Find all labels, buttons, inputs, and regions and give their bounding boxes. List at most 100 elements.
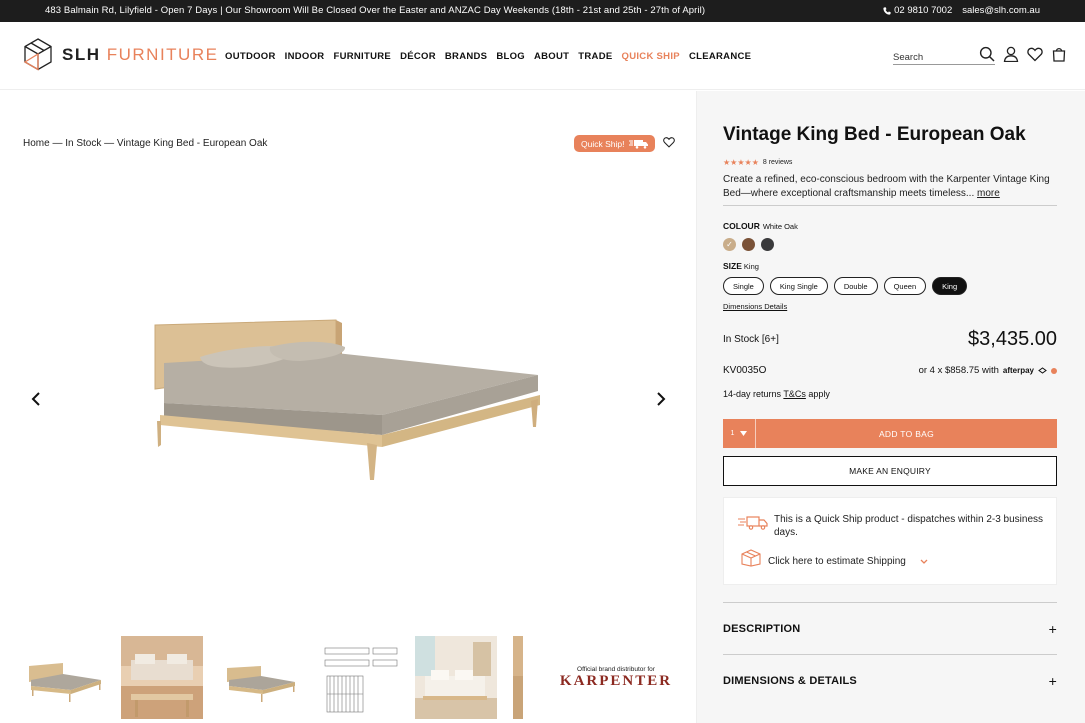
thumbnail-bed-angle[interactable] — [23, 636, 105, 719]
size-double[interactable]: Double — [833, 277, 878, 295]
swatch-charcoal[interactable] — [761, 238, 774, 251]
afterpay-text: or 4 x $858.75 with — [918, 365, 999, 376]
bag-icon[interactable] — [1051, 46, 1067, 62]
colour-value: White Oak — [762, 222, 798, 231]
dimensions-details-link[interactable]: Dimensions Details — [723, 302, 787, 311]
nav-quick-ship[interactable]: QUICK SHIP — [622, 51, 680, 62]
accordion-dimensions-label: DIMENSIONS & DETAILS — [723, 674, 857, 687]
make-enquiry-button[interactable]: MAKE AN ENQUIRY — [723, 456, 1057, 486]
estimate-shipping-toggle[interactable]: Click here to estimate Shipping — [768, 556, 928, 567]
size-king[interactable]: King — [932, 277, 968, 295]
review-count: 8 reviews — [762, 159, 793, 166]
announcement-bar: 483 Balmain Rd, Lilyfield - Open 7 Days … — [0, 0, 1085, 22]
product-description: Create a refined, eco-conscious bedroom … — [723, 173, 1057, 206]
info-icon[interactable] — [1051, 367, 1057, 374]
accordion-description-label: DESCRIPTION — [723, 622, 801, 635]
product-title: Vintage King Bed - European Oak — [723, 124, 1026, 145]
main-product-image[interactable] — [150, 317, 545, 482]
accordion-description[interactable]: DESCRIPTION + — [723, 602, 1057, 654]
quantity-select[interactable]: 1 — [723, 419, 756, 448]
estimate-shipping-label: Click here to estimate Shipping — [768, 556, 906, 567]
nav-clearance[interactable]: CLEARANCE — [689, 51, 751, 62]
accordion-dimensions[interactable]: DIMENSIONS & DETAILS + — [723, 654, 1057, 706]
colour-heading: COLOUR — [723, 221, 760, 231]
size-options: Single King Single Double Queen King — [723, 277, 968, 295]
size-heading: SIZE — [723, 261, 742, 271]
quick-ship-message: This is a Quick Ship product - dispatche… — [774, 514, 1044, 538]
thumbnail-lifestyle[interactable] — [415, 636, 497, 719]
top-contact: 02 9810 7002 sales@slh.com.au — [883, 5, 1040, 16]
rating[interactable]: ★★★★★ 8 reviews — [723, 158, 792, 167]
afterpay-info: or 4 x $858.75 with afterpay — [919, 365, 1057, 376]
search-input[interactable] — [893, 52, 973, 63]
phone-number: 02 9810 7002 — [894, 5, 953, 16]
shipping-info-box: This is a Quick Ship product - dispatche… — [723, 497, 1057, 585]
product-price: $3,435.00 — [968, 328, 1057, 350]
size-value: King — [743, 262, 759, 271]
size-king-single[interactable]: King Single — [769, 277, 828, 295]
quick-ship-badge: Quick Ship! — [574, 135, 655, 152]
plus-icon: + — [1048, 620, 1057, 637]
star-rating-icon: ★★★★★ — [723, 158, 759, 167]
previous-image-arrow-icon[interactable] — [30, 391, 42, 407]
phone-link[interactable]: 02 9810 7002 — [883, 5, 952, 16]
search-icon[interactable] — [979, 46, 995, 62]
returns-text: 14-day returns — [723, 389, 782, 399]
karpenter-logo: KARPENTER — [559, 673, 673, 689]
thumbnail-partial[interactable] — [513, 636, 523, 719]
nav-outdoor[interactable]: OUTDOOR — [225, 51, 276, 62]
nav-decor[interactable]: DÉCOR — [400, 51, 436, 62]
account-icon[interactable] — [1003, 46, 1019, 62]
header-icons — [979, 46, 1067, 62]
email-link[interactable]: sales@slh.com.au — [962, 5, 1040, 16]
logo-text: SLH FURNITURE — [62, 45, 218, 65]
colour-swatches: ✓ — [723, 238, 774, 251]
returns-suffix: apply — [808, 389, 830, 399]
colour-label: COLOUR White Oak — [723, 221, 798, 231]
fast-delivery-truck-icon — [738, 516, 768, 530]
add-to-wishlist-icon[interactable] — [663, 136, 675, 148]
quick-ship-badge-label: Quick Ship! — [581, 138, 625, 149]
returns-info: 14-day returns T&Cs apply — [723, 389, 830, 399]
nav-about[interactable]: ABOUT — [534, 51, 569, 62]
swatch-walnut[interactable] — [742, 238, 755, 251]
site-logo[interactable]: SLH FURNITURE — [22, 37, 218, 72]
size-label: SIZE King — [723, 261, 759, 271]
stock-status: In Stock [6+] — [723, 334, 779, 345]
logo-furniture: FURNITURE — [106, 44, 219, 64]
nav-trade[interactable]: TRADE — [578, 51, 612, 62]
announcement-message: 483 Balmain Rd, Lilyfield - Open 7 Days … — [45, 5, 706, 16]
add-to-bag-row: 1 ADD TO BAG — [723, 419, 1057, 448]
thumbnail-strip — [23, 636, 523, 719]
size-single[interactable]: Single — [723, 277, 764, 295]
check-icon: ✓ — [726, 240, 733, 249]
afterpay-logo: afterpay — [1002, 366, 1034, 375]
chevron-down-icon — [920, 559, 928, 564]
nav-indoor[interactable]: INDOOR — [285, 51, 325, 62]
brand-distributor-badge: Official brand distributor for KARPENTER — [556, 666, 676, 690]
nav-furniture[interactable]: FURNITURE — [333, 51, 391, 62]
brand-badge-caption: Official brand distributor for — [577, 666, 655, 673]
read-more-link[interactable]: more — [977, 188, 1000, 199]
next-image-arrow-icon[interactable] — [655, 391, 667, 407]
site-header: SLH FURNITURE OUTDOOR INDOOR FURNITURE D… — [0, 22, 1085, 90]
thumbnail-bedroom-scene[interactable] — [121, 636, 203, 719]
nav-brands[interactable]: BRANDS — [445, 51, 487, 62]
chevron-down-icon — [740, 431, 748, 436]
product-sku: KV0035O — [723, 365, 767, 376]
nav-blog[interactable]: BLOG — [496, 51, 525, 62]
delivery-truck-icon — [629, 139, 649, 149]
swatch-white-oak[interactable]: ✓ — [723, 238, 736, 251]
thumbnail-technical-drawing[interactable] — [317, 636, 399, 719]
main-nav: OUTDOOR INDOOR FURNITURE DÉCOR BRANDS BL… — [225, 51, 751, 62]
terms-link[interactable]: T&Cs — [783, 389, 806, 399]
size-queen[interactable]: Queen — [883, 277, 927, 295]
quantity-value: 1 — [730, 430, 735, 437]
wishlist-icon[interactable] — [1027, 46, 1043, 62]
phone-icon — [883, 6, 891, 15]
add-to-bag-button[interactable]: ADD TO BAG — [756, 419, 1057, 448]
thumbnail-bed-side[interactable] — [219, 636, 301, 719]
package-icon — [741, 549, 761, 567]
breadcrumb[interactable]: Home — In Stock — Vintage King Bed - Eur… — [23, 138, 267, 149]
logo-slh: SLH — [62, 44, 101, 64]
